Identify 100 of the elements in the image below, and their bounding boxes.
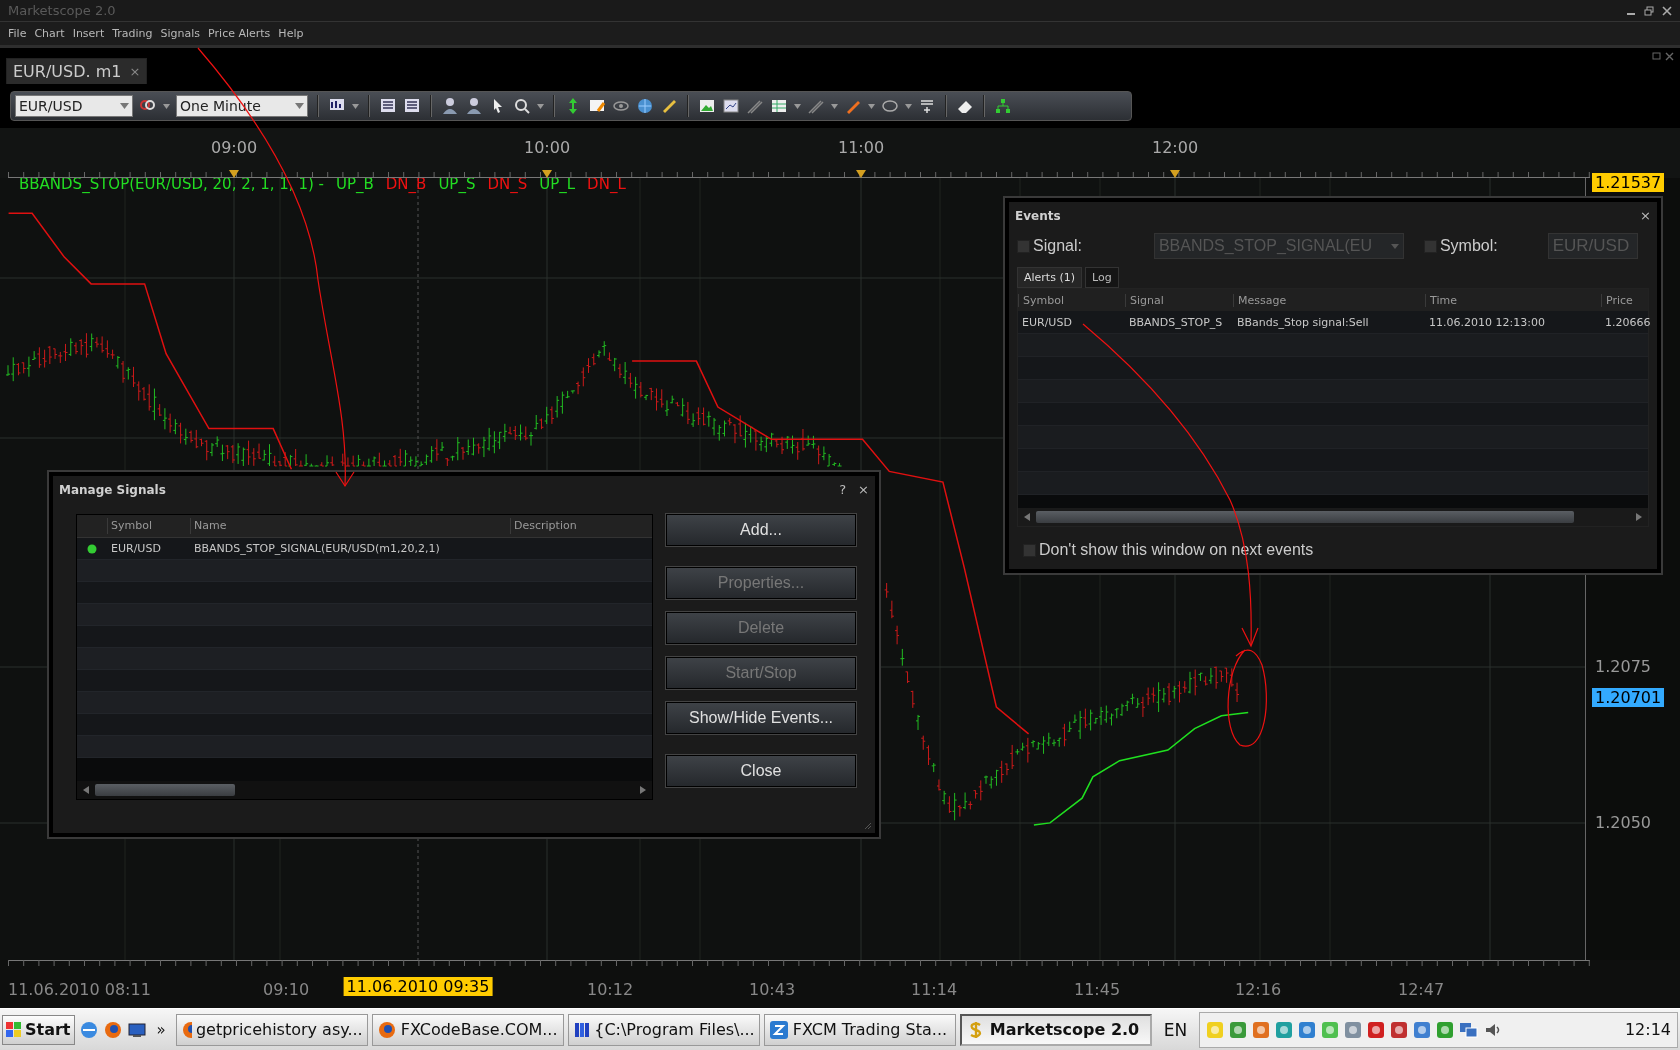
dropdown-caret-icon <box>1390 243 1399 249</box>
network-icon[interactable] <box>1459 1020 1480 1039</box>
image-icon[interactable] <box>698 97 716 115</box>
scroll-right-icon[interactable] <box>640 786 646 794</box>
dialog-title: Manage Signals <box>59 482 166 497</box>
caret-icon[interactable] <box>537 103 544 109</box>
price-label: 1.2075 <box>1595 657 1651 676</box>
menu-item[interactable]: Price Alerts <box>208 27 271 40</box>
taskbar-button[interactable]: Marketscope 2.0 <box>959 1013 1152 1046</box>
person-icon[interactable] <box>465 97 483 115</box>
lines-icon[interactable] <box>746 97 764 115</box>
symbol-dropdown[interactable]: EUR/USD <box>15 95 133 117</box>
taskbar-button[interactable]: getpricehistory asy... <box>175 1013 368 1046</box>
caret-icon[interactable] <box>352 103 359 109</box>
menu-item[interactable]: Chart <box>34 27 65 40</box>
axis-label: 12:00 <box>1151 138 1199 157</box>
bar-chart-icon[interactable] <box>403 97 421 115</box>
checkbox[interactable] <box>1023 543 1036 557</box>
taskbar-button[interactable]: FXCM Trading Sta... <box>763 1013 956 1046</box>
menu-item[interactable]: File <box>8 27 27 40</box>
bar-chart-icon[interactable] <box>379 97 397 115</box>
checkbox-label: Signal: <box>1033 237 1082 255</box>
dialog-button[interactable]: Close <box>666 755 856 787</box>
text-tool-icon[interactable] <box>918 97 936 115</box>
dropdown-caret-icon <box>295 103 304 109</box>
scroll-right-icon[interactable] <box>1636 513 1642 521</box>
globe-icon[interactable] <box>636 97 654 115</box>
horizontal-scrollbar[interactable] <box>1018 508 1648 526</box>
lines-icon[interactable] <box>807 97 825 115</box>
caret-icon[interactable] <box>868 103 875 109</box>
time-label: 09:10 <box>262 980 310 999</box>
browser-icon[interactable] <box>78 1019 99 1040</box>
start-button[interactable]: Start <box>2 1014 75 1045</box>
tab-close-button[interactable]: × <box>129 64 141 79</box>
scroll-left-icon[interactable] <box>83 786 89 794</box>
checkbox-label: Symbol: <box>1439 237 1498 255</box>
column-header: Price <box>1601 293 1648 307</box>
tray-app-icon[interactable] <box>1436 1020 1455 1039</box>
axis-label: 11:00 <box>837 138 885 157</box>
tray-app-icon[interactable] <box>1275 1020 1294 1039</box>
caret-icon[interactable] <box>905 103 912 109</box>
column-header: Symbol <box>1018 293 1125 307</box>
close-button[interactable]: × <box>1640 208 1651 223</box>
axis-label: 09:00 <box>210 138 258 157</box>
clock[interactable]: 12:14 <box>1624 1020 1671 1039</box>
price-label: 1.2050 <box>1595 813 1651 832</box>
caret-icon[interactable] <box>794 103 801 109</box>
signal-row[interactable]: EUR/USD BBANDS_STOP_SIGNAL(EUR/USD(m1,20,2,1) <box>77 538 652 560</box>
scroll-left-icon[interactable] <box>1024 513 1030 521</box>
tray-app-icon[interactable] <box>1367 1020 1386 1039</box>
checkbox[interactable] <box>1423 239 1437 253</box>
resize-grip-icon[interactable] <box>864 822 872 830</box>
caret-icon[interactable] <box>831 103 838 109</box>
column-header: Name <box>190 518 510 534</box>
menu-item[interactable]: Insert <box>72 27 105 40</box>
more-button[interactable]: » <box>150 1020 172 1039</box>
tray-app-icon[interactable] <box>1413 1020 1432 1039</box>
tray-app-icon[interactable] <box>1252 1020 1271 1039</box>
menu-item[interactable]: Signals <box>160 27 201 40</box>
indicator-label: UP_B <box>336 178 374 193</box>
dropdown-caret-icon <box>120 103 129 109</box>
tab-label: EUR/USD. m1 <box>13 62 122 81</box>
event-row[interactable]: EUR/USD BBANDS_STOP_S BBands_Stop signal:Sell 11.06.2010 12:13:00 1.20666 <box>1018 311 1648 334</box>
caret-icon[interactable] <box>163 103 170 109</box>
close-icon[interactable] <box>1662 5 1672 16</box>
tray-app-icon[interactable] <box>1390 1020 1409 1039</box>
close-icon[interactable] <box>1665 52 1674 61</box>
table-icon[interactable] <box>770 97 788 115</box>
person-icon[interactable] <box>441 97 459 115</box>
chart-tab[interactable]: EUR/USD. m1 × <box>6 58 148 84</box>
tree-icon[interactable] <box>994 97 1012 115</box>
help-button[interactable]: ? <box>839 482 847 497</box>
tray-app-icon[interactable] <box>1298 1020 1317 1039</box>
language-indicator[interactable]: EN <box>1155 1019 1196 1040</box>
time-label: 12:47 <box>1397 980 1445 999</box>
horizontal-scrollbar[interactable] <box>77 781 652 799</box>
hour-marker-icon <box>542 170 552 178</box>
events-tab[interactable]: Alerts (1) <box>1017 267 1082 288</box>
checkbox[interactable] <box>1017 239 1030 253</box>
restore-icon[interactable] <box>1644 5 1654 16</box>
taskbar-button[interactable]: FXCodeBase.COM... <box>371 1013 564 1046</box>
menu-item[interactable]: Trading <box>112 27 153 40</box>
dialog-button[interactable]: Add... <box>666 514 856 546</box>
zoom-icon[interactable] <box>513 97 531 115</box>
column-header: Description <box>510 518 652 534</box>
tray-app-icon[interactable] <box>1344 1020 1363 1039</box>
dialog-button[interactable]: Show/Hide Events... <box>666 702 856 734</box>
time-label: 12:16 <box>1234 980 1282 999</box>
close-button[interactable]: × <box>858 482 869 497</box>
maximize-icon[interactable] <box>1652 52 1661 61</box>
time-label: 10:43 <box>748 980 796 999</box>
tray-app-icon[interactable] <box>1229 1020 1248 1039</box>
ellipse-icon[interactable] <box>881 97 899 115</box>
indicator-label: DN_S <box>487 178 528 193</box>
taskbar-button[interactable]: {C:\Program Files\... <box>567 1013 760 1046</box>
browser-icon <box>180 1019 192 1040</box>
menu-item[interactable]: Help <box>278 27 304 40</box>
events-tab[interactable]: Log <box>1085 267 1119 288</box>
browser-icon[interactable] <box>102 1019 123 1040</box>
window-icon[interactable] <box>722 97 740 115</box>
